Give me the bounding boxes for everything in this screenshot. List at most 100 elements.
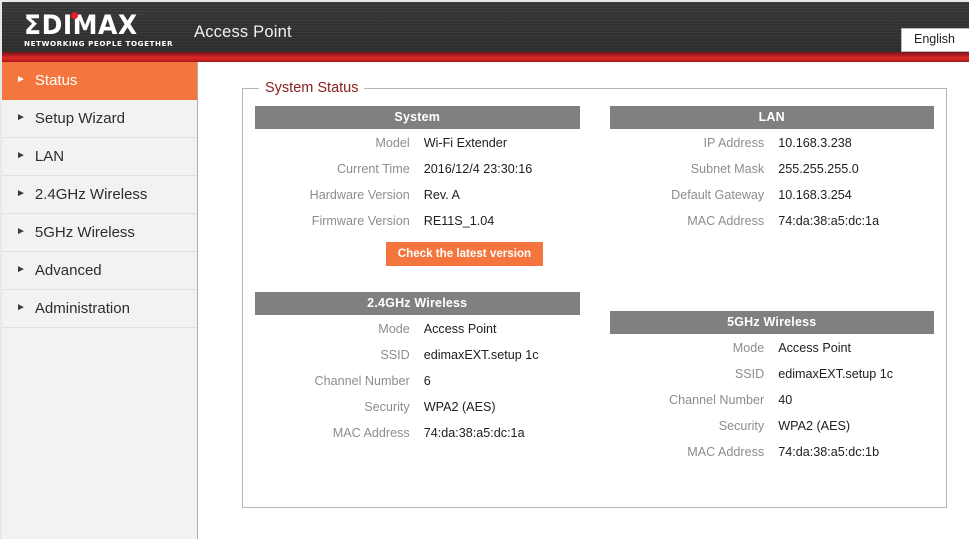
- sidebar-item-lan[interactable]: ► LAN: [2, 138, 197, 176]
- row-label: Firmware Version: [311, 214, 410, 228]
- wireless-24ghz-panel: 2.4GHz Wireless Mode Access Point SSID e…: [255, 292, 580, 452]
- lan-info-panel: LAN IP Address 10.168.3.238 Subnet Mask …: [609, 106, 935, 240]
- row-label: Security: [364, 400, 410, 414]
- check-latest-version-button[interactable]: Check the latest version: [385, 242, 544, 266]
- table-row: Mode Access Point: [255, 322, 580, 348]
- sidebar-item-administration[interactable]: ► Administration: [2, 290, 197, 328]
- chevron-right-icon: ►: [16, 149, 26, 161]
- edimax-logo: ΣDIMAX NETWORKING PEOPLE TOGETHER: [24, 9, 173, 52]
- system-status-panel: System Status System Model Wi-Fi Extende…: [242, 80, 947, 508]
- row-value: RE11S_1.04: [423, 214, 495, 228]
- table-row: Default Gateway 10.168.3.254: [610, 188, 935, 214]
- row-label: Security: [718, 419, 765, 433]
- sidebar-item-setup-wizard[interactable]: ► Setup Wizard: [2, 100, 197, 138]
- row-value: 10.168.3.238: [778, 136, 852, 150]
- status-grid: System Model Wi-Fi Extender Current Time…: [255, 96, 934, 497]
- sidebar-item-label: Setup Wizard: [34, 110, 125, 127]
- system-panel-header: System: [255, 106, 580, 129]
- sidebar-item-label: Advanced: [34, 262, 102, 279]
- row-label: Current Time: [336, 162, 410, 176]
- sidebar-item-5ghz-wireless[interactable]: ► 5GHz Wireless: [2, 214, 197, 252]
- system-panel-rows: Model Wi-Fi Extender Current Time 2016/1…: [255, 129, 580, 266]
- row-value: WPA2 (AES): [423, 400, 496, 414]
- table-row: Model Wi-Fi Extender: [255, 136, 580, 162]
- table-row: IP Address 10.168.3.238: [610, 136, 935, 162]
- table-row: Channel Number 6: [255, 374, 580, 400]
- row-value: 74:da:38:a5:dc:1a: [778, 214, 880, 228]
- row-label: MAC Address: [687, 214, 765, 228]
- logo-wordmark: ΣDIMAX: [24, 9, 138, 41]
- sidebar-item-advanced[interactable]: ► Advanced: [2, 252, 197, 290]
- row-label: SSID: [734, 367, 765, 381]
- main-content: System Status System Model Wi-Fi Extende…: [198, 62, 969, 539]
- row-label: IP Address: [703, 136, 765, 150]
- table-row: Security WPA2 (AES): [610, 419, 935, 445]
- row-value: Access Point: [778, 341, 852, 355]
- table-row: Firmware Version RE11S_1.04: [255, 214, 580, 240]
- table-row: SSID edimaxEXT.setup 1c: [610, 367, 935, 393]
- wireless-5ghz-rows: Mode Access Point SSID edimaxEXT.setup 1…: [610, 334, 935, 471]
- sidebar-item-label: 5GHz Wireless: [34, 224, 135, 241]
- row-label: Hardware Version: [309, 188, 410, 202]
- sidebar-item-status[interactable]: ► Status: [2, 62, 197, 100]
- table-row: Hardware Version Rev. A: [255, 188, 580, 214]
- sidebar-item-label: LAN: [34, 148, 65, 165]
- row-value: Access Point: [423, 322, 497, 336]
- chevron-right-icon: ►: [16, 301, 26, 313]
- body-container: ► Status ► Setup Wizard ► LAN ► 2.4GHz W…: [0, 62, 969, 539]
- row-label: Mode: [732, 341, 765, 355]
- chevron-right-icon: ►: [16, 73, 26, 85]
- check-version-row: Check the latest version: [255, 242, 580, 266]
- app-window: ΣDIMAX NETWORKING PEOPLE TOGETHER Access…: [0, 0, 969, 539]
- row-value: edimaxEXT.setup 1c: [423, 348, 539, 362]
- wireless-24ghz-panel-header: 2.4GHz Wireless: [255, 292, 580, 315]
- row-value: 74:da:38:a5:dc:1b: [778, 445, 880, 459]
- row-label: MAC Address: [332, 426, 410, 440]
- row-value: Wi-Fi Extender: [423, 136, 508, 150]
- sidebar-nav: ► Status ► Setup Wizard ► LAN ► 2.4GHz W…: [2, 62, 198, 539]
- table-row: Current Time 2016/12/4 23:30:16: [255, 162, 580, 188]
- logo-dot-icon: [71, 12, 78, 19]
- page-title: Access Point: [194, 22, 292, 41]
- chevron-right-icon: ►: [16, 111, 26, 123]
- sidebar-item-24ghz-wireless[interactable]: ► 2.4GHz Wireless: [2, 176, 197, 214]
- row-value: 6: [423, 374, 431, 388]
- table-row: Subnet Mask 255.255.255.0: [610, 162, 935, 188]
- row-value: 10.168.3.254: [778, 188, 852, 202]
- row-label: Channel Number: [314, 374, 410, 388]
- row-label: SSID: [380, 348, 410, 362]
- row-value: edimaxEXT.setup 1c: [778, 367, 894, 381]
- app-header: ΣDIMAX NETWORKING PEOPLE TOGETHER Access…: [0, 0, 969, 62]
- chevron-right-icon: ►: [16, 225, 26, 237]
- table-row: Mode Access Point: [610, 341, 935, 367]
- table-row: MAC Address 74:da:38:a5:dc:1a: [610, 214, 935, 240]
- lan-panel-rows: IP Address 10.168.3.238 Subnet Mask 255.…: [610, 129, 935, 240]
- table-row: Security WPA2 (AES): [255, 400, 580, 426]
- row-label: MAC Address: [687, 445, 765, 459]
- status-column-right: LAN IP Address 10.168.3.238 Subnet Mask …: [609, 106, 935, 497]
- wireless-5ghz-panel-header: 5GHz Wireless: [609, 311, 934, 334]
- row-label: Channel Number: [669, 393, 765, 407]
- system-status-legend: System Status: [265, 80, 359, 96]
- table-row: MAC Address 74:da:38:a5:dc:1b: [610, 445, 935, 471]
- table-row: MAC Address 74:da:38:a5:dc:1a: [255, 426, 580, 452]
- sidebar-empty-space: [2, 328, 197, 539]
- sidebar-item-label: Status: [34, 72, 78, 89]
- row-value: 40: [778, 393, 793, 407]
- table-row: SSID edimaxEXT.setup 1c: [255, 348, 580, 374]
- header-accent-stripe: [2, 52, 969, 62]
- row-value: 2016/12/4 23:30:16: [423, 162, 533, 176]
- row-value: WPA2 (AES): [778, 419, 851, 433]
- chevron-right-icon: ►: [16, 187, 26, 199]
- table-row: Channel Number 40: [610, 393, 935, 419]
- wireless-24ghz-rows: Mode Access Point SSID edimaxEXT.setup 1…: [255, 315, 580, 452]
- row-label: Model: [375, 136, 410, 150]
- row-label: Mode: [378, 322, 410, 336]
- chevron-right-icon: ►: [16, 263, 26, 275]
- lan-panel-header: LAN: [609, 106, 934, 129]
- sidebar-item-label: Administration: [34, 300, 130, 317]
- wireless-5ghz-panel: 5GHz Wireless Mode Access Point SSID edi…: [609, 311, 935, 471]
- language-selector[interactable]: English: [901, 28, 969, 52]
- status-column-left: System Model Wi-Fi Extender Current Time…: [255, 106, 580, 497]
- system-info-panel: System Model Wi-Fi Extender Current Time…: [255, 106, 580, 266]
